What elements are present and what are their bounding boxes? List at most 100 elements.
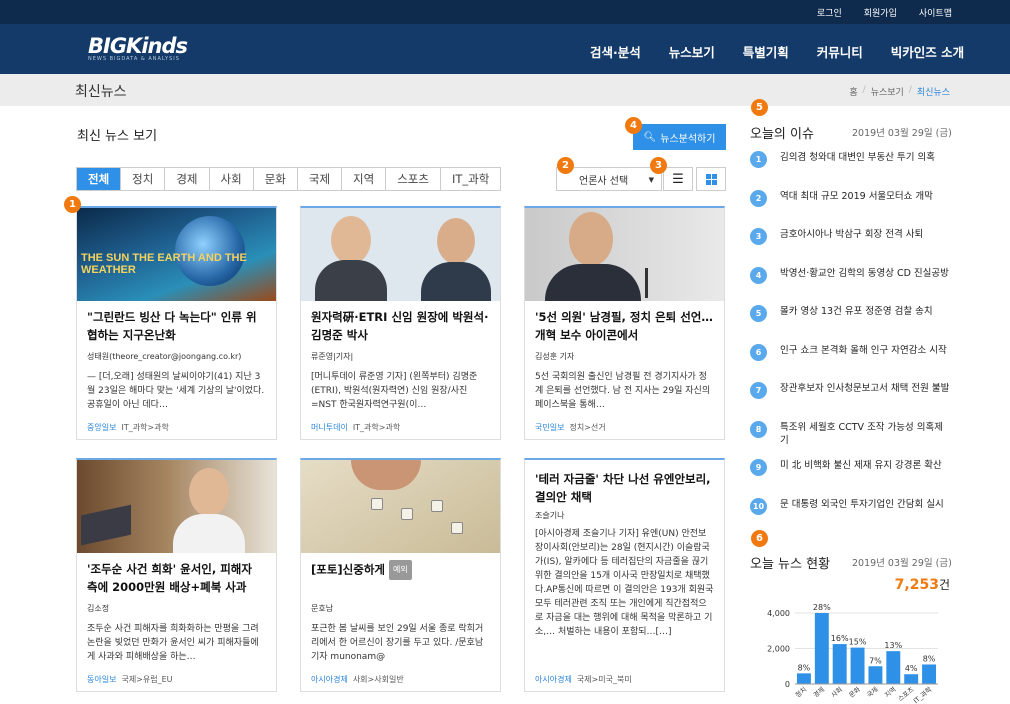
news-author: 류준영|기자| bbox=[311, 352, 354, 361]
issue-item[interactable]: 4 박영선·황교안 김학의 동영상 CD 진실공방 bbox=[750, 266, 950, 306]
page-title: 최신뉴스 bbox=[75, 84, 127, 100]
issue-rank: 8 bbox=[750, 420, 767, 438]
issue-text: 인구 쇼크 본격화 올해 인구 자연감소 시작 bbox=[780, 344, 947, 356]
news-summary: [아시아경제 조슬기나 기자] 유엔(UN) 안전보장이사회(안보리)는 28일… bbox=[535, 529, 714, 637]
issue-rank: 6 bbox=[750, 343, 767, 361]
news-thumbnail bbox=[77, 460, 276, 553]
step-badge-3: 3 bbox=[650, 157, 667, 174]
issue-rank: 1 bbox=[750, 151, 767, 168]
tab-politics[interactable]: 정치 bbox=[121, 168, 166, 190]
search-icon: 🔍︎ bbox=[643, 131, 657, 143]
y-tick-label: 0 bbox=[785, 680, 790, 689]
site-logo[interactable]: BIGKinds NEWS BIGDATA & ANALYSIS bbox=[88, 34, 188, 62]
news-category: IT_과학>과학 bbox=[121, 423, 169, 432]
nav-community[interactable]: 커뮤니티 bbox=[817, 42, 863, 61]
breadcrumb-current: 최신뉴스 bbox=[916, 88, 950, 98]
news-card[interactable]: THE SUN THE EARTH AND THE WEATHER "그린란드 … bbox=[76, 206, 277, 440]
breadcrumb-home[interactable]: 홈 bbox=[849, 85, 857, 98]
breadcrumb-separator: / bbox=[862, 85, 866, 95]
nav-news[interactable]: 뉴스보기 bbox=[669, 42, 715, 61]
breadcrumb-separator: / bbox=[908, 85, 912, 95]
logo-tagline: NEWS BIGDATA & ANALYSIS bbox=[88, 56, 180, 62]
nav-special[interactable]: 특별기획 bbox=[743, 42, 789, 61]
nav-about[interactable]: 빅카인즈 소개 bbox=[891, 42, 964, 61]
nav-search-analysis[interactable]: 검색·분석 bbox=[590, 42, 641, 61]
tab-economy[interactable]: 경제 bbox=[165, 168, 210, 190]
issue-item[interactable]: 7 장관후보자 인사청문보고서 채택 전원 불발 bbox=[750, 382, 950, 421]
news-thumbnail bbox=[301, 460, 500, 553]
bar-value-label: 8% bbox=[798, 663, 811, 672]
news-meta: 아시아경제 국제>미국_북미 bbox=[535, 674, 632, 685]
issue-item[interactable]: 6 인구 쇼크 본격화 올해 인구 자연감소 시작 bbox=[750, 343, 950, 383]
grid-view-button[interactable] bbox=[696, 167, 726, 191]
x-tick-label: 사회 bbox=[829, 685, 844, 700]
issue-text: 특조위 세월호 CCTV 조작 가능성 의혹제기 bbox=[780, 421, 944, 446]
newsnow-count: 7,253건 bbox=[895, 576, 950, 593]
news-card[interactable]: '조두순 사건 희화' 윤서인, 피해자 측에 2000만원 배상+폐북 사과 … bbox=[76, 458, 277, 692]
news-title[interactable]: "그린란드 빙산 다 녹는다" 인류 위협하는 지구온난화 bbox=[77, 301, 276, 349]
signup-link[interactable]: 회원가입 bbox=[864, 6, 897, 19]
chart-bar bbox=[832, 644, 847, 684]
breadcrumb-parent[interactable]: 뉴스보기 bbox=[871, 85, 904, 98]
page-header-bar: 최신뉴스 홈 / 뉴스보기 / 최신뉴스 bbox=[0, 74, 1010, 106]
news-title[interactable]: [포토]신중하게 예외 bbox=[301, 553, 500, 601]
news-title[interactable]: 원자력硏·ETRI 신임 원장에 박원석·김명준 박사 bbox=[301, 301, 500, 349]
y-tick-label: 4,000 bbox=[767, 609, 790, 618]
issue-item[interactable]: 1 김의겸 청와대 대변인 부동산 투기 의혹 bbox=[750, 151, 950, 190]
press-name[interactable]: 아시아경제 bbox=[311, 675, 348, 684]
chart-bar bbox=[904, 674, 919, 684]
issue-item[interactable]: 5 몰카 영상 13건 유포 정준영 검찰 송치 bbox=[750, 305, 950, 344]
news-author: 조슬기나 bbox=[535, 511, 565, 520]
news-title[interactable]: '조두순 사건 희화' 윤서인, 피해자 측에 2000만원 배상+폐북 사과 bbox=[77, 553, 276, 601]
sitemap-link[interactable]: 사이트맵 bbox=[919, 6, 952, 19]
newsnow-date: 2019년 03월 29일 (금) bbox=[852, 558, 952, 569]
news-author: 성태원(theore_creator@joongang.co.kr) bbox=[87, 352, 242, 361]
x-tick-label: 지역 bbox=[883, 685, 898, 700]
issue-text: 김의겸 청와대 대변인 부동산 투기 의혹 bbox=[780, 152, 935, 163]
news-title-text: [포토]신중하게 bbox=[311, 562, 385, 577]
issue-item[interactable]: 9 미 北 비핵화 불신 제재 유지 강경론 확산 bbox=[750, 459, 950, 498]
news-summary: 5선 국회의원 출신인 남경필 전 경기지사가 정계 은퇴를 선언했다. 남 전… bbox=[535, 372, 711, 410]
issue-item[interactable]: 3 금호아시아나 박삼구 회장 전격 사퇴 bbox=[750, 228, 950, 267]
tab-region[interactable]: 지역 bbox=[342, 168, 387, 190]
bar-value-label: 4% bbox=[905, 664, 918, 673]
news-card[interactable]: 원자력硏·ETRI 신임 원장에 박원석·김명준 박사 류준영|기자| [머니투… bbox=[300, 206, 501, 440]
issue-item[interactable]: 10 문 대통령 외국인 투자기업인 간담회 실시 bbox=[750, 497, 950, 537]
login-link[interactable]: 로그인 bbox=[817, 6, 842, 19]
press-name[interactable]: 동아일보 bbox=[87, 675, 116, 684]
press-name[interactable]: 국민일보 bbox=[535, 423, 564, 432]
news-thumbnail: THE SUN THE EARTH AND THE WEATHER bbox=[77, 208, 276, 301]
issue-item[interactable]: 2 역대 최대 규모 2019 서울모터쇼 개막 bbox=[750, 189, 950, 229]
press-name[interactable]: 중앙일보 bbox=[87, 423, 116, 432]
news-card[interactable]: [포토]신중하게 예외 문호남 포근한 봄 날씨를 보인 29일 서울 종로 락희… bbox=[300, 458, 501, 692]
x-tick-label: IT_과학 bbox=[911, 685, 933, 704]
tab-all[interactable]: 전체 bbox=[77, 168, 122, 190]
list-view-button[interactable]: ☰ bbox=[663, 167, 693, 191]
press-name[interactable]: 아시아경제 bbox=[535, 675, 572, 684]
step-badge-1: 1 bbox=[64, 196, 81, 213]
news-title[interactable]: '테러 자금줄' 차단 나선 유엔안보리, 결의안 채택 bbox=[525, 460, 724, 508]
logo-text: BIGKinds bbox=[88, 34, 188, 58]
tab-culture[interactable]: 문화 bbox=[253, 168, 298, 190]
x-tick-label: 국제 bbox=[865, 685, 879, 699]
news-card[interactable]: '5선 의원' 남경필, 정치 은퇴 선언…개혁 보수 아이콘에서 김성훈 기자… bbox=[524, 206, 725, 440]
main-header: BIGKinds NEWS BIGDATA & ANALYSIS 검색·분석 뉴… bbox=[0, 24, 1010, 74]
tab-society[interactable]: 사회 bbox=[209, 168, 254, 190]
issue-rank: 5 bbox=[750, 305, 767, 322]
news-summary: 포근한 봄 날씨를 보인 29일 서울 종로 락희거리에서 한 어르신이 장기를… bbox=[311, 624, 484, 662]
news-card[interactable]: '테러 자금줄' 차단 나선 유엔안보리, 결의안 채택 조슬기나 [아시아경제… bbox=[524, 458, 725, 692]
issue-item[interactable]: 8 특조위 세월호 CCTV 조작 가능성 의혹제기 bbox=[750, 420, 950, 460]
tab-sports[interactable]: 스포츠 bbox=[386, 168, 441, 190]
issue-rank: 4 bbox=[750, 266, 767, 284]
news-title[interactable]: '5선 의원' 남경필, 정치 은퇴 선언…개혁 보수 아이콘에서 bbox=[525, 301, 724, 349]
press-name[interactable]: 머니투데이 bbox=[311, 423, 348, 432]
bar-value-label: 28% bbox=[813, 603, 831, 612]
tab-it-science[interactable]: IT_과학 bbox=[440, 168, 501, 190]
newsnow-title: 오늘 뉴스 현황 bbox=[750, 557, 831, 572]
tab-international[interactable]: 국제 bbox=[297, 168, 343, 190]
news-category: IT_과학>과학 bbox=[352, 423, 401, 432]
analyze-news-button[interactable]: 🔍︎ 뉴스분석하기 bbox=[633, 124, 726, 150]
issue-text: 몰카 영상 13건 유포 정준영 검찰 송치 bbox=[780, 306, 933, 317]
section-title: 최신 뉴스 보기 bbox=[77, 129, 158, 144]
news-category: 국제>유럽_EU bbox=[121, 675, 173, 684]
